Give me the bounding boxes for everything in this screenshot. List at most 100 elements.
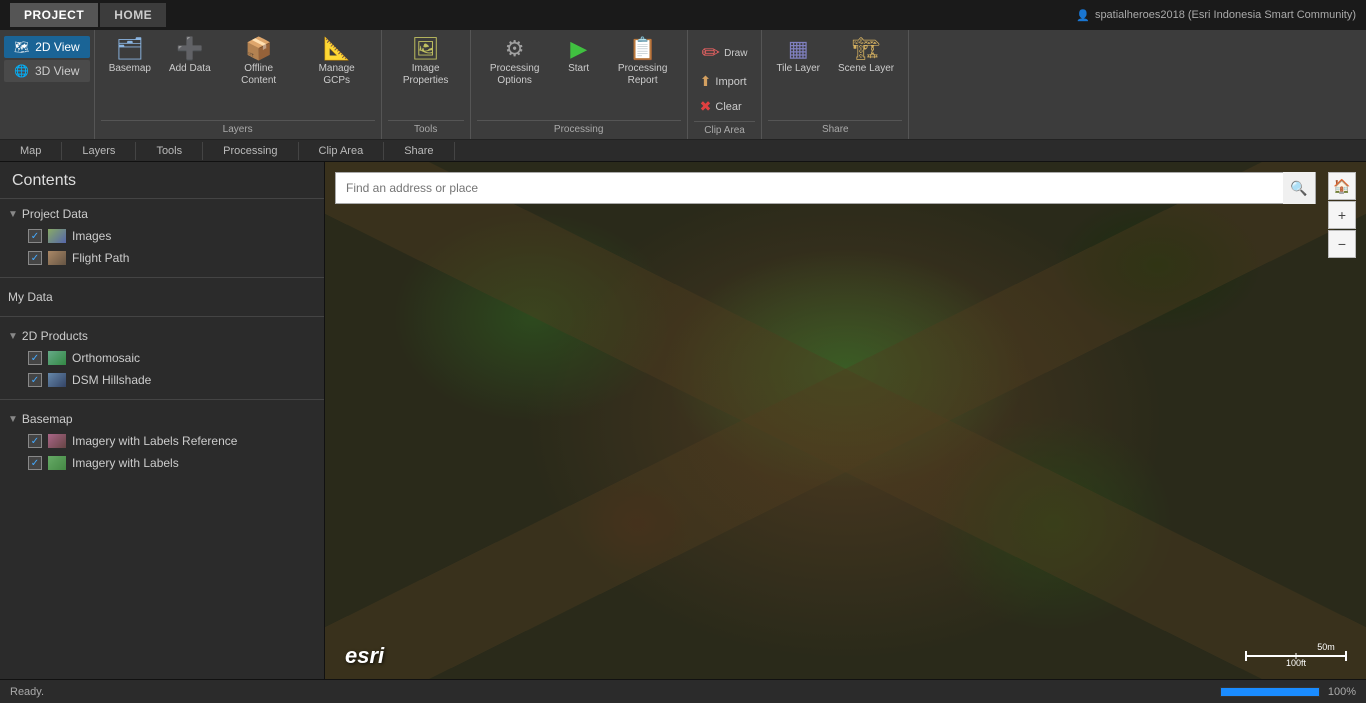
clear-icon: ✖ [700,98,712,115]
scene-layer-button[interactable]: 🏗 Scene Layer [830,34,902,79]
ribbon-tab-layers[interactable]: Layers [62,142,136,160]
scale-bar: 50m 100ft [1236,636,1356,669]
titlebar: PROJECT HOME 👤 spatialheroes2018 (Esri I… [0,0,1366,30]
view-2d-button[interactable]: 🗺 2D View [4,36,90,58]
draw-label: Draw [724,48,747,59]
2d-products-label: 2D Products [22,329,88,343]
user-name: spatialheroes2018 (Esri Indonesia Smart … [1095,9,1356,21]
project-data-arrow: ▼ [8,209,18,220]
ribbon-tab-clip-area[interactable]: Clip Area [299,142,385,160]
imagery-labels-checkbox[interactable] [28,456,42,470]
add-data-label: Add Data [169,63,211,75]
view-2d-label: 2D View [35,40,79,54]
my-data-header[interactable]: My Data [0,286,324,308]
image-properties-button[interactable]: 🖼 Image Properties [388,34,464,91]
add-data-button[interactable]: ➕ Add Data [161,34,219,79]
ribbon: 🗺 2D View 🌐 3D View 🗂 Basemap ➕ Add Data… [0,30,1366,140]
main-content: Contents ▼ Project Data Images Flight Pa… [0,162,1366,679]
import-button[interactable]: ⬆ Import [694,70,753,93]
imagery-labels-item[interactable]: Imagery with Labels [0,452,324,474]
orthomosaic-checkbox[interactable] [28,351,42,365]
project-data-header[interactable]: ▼ Project Data [0,203,324,225]
scale-bar-svg: 50m 100ft [1236,636,1356,666]
ribbon-tab-map[interactable]: Map [0,142,62,160]
imagery-labels-icon [48,456,66,470]
processing-report-button[interactable]: 📋 Processing Report [605,34,681,91]
dsm-hillshade-layer-icon [48,373,66,387]
view-3d-button[interactable]: 🌐 3D View [4,60,90,82]
basemap-arrow: ▼ [8,414,18,425]
layers-group: 🗂 Basemap ➕ Add Data 📦 Offline Content 📐… [95,30,382,139]
ribbon-tab-share[interactable]: Share [384,142,454,160]
clip-area-group: ✏ Draw ⬆ Import ✖ Clear Clip Area [688,30,763,139]
orthomosaic-item[interactable]: Orthomosaic [0,347,324,369]
my-data-label: My Data [8,290,53,304]
basemap-button[interactable]: 🗂 Basemap [101,34,159,79]
draw-button[interactable]: ✏ Draw [694,38,756,68]
clear-button[interactable]: ✖ Clear [694,95,748,118]
map-area[interactable]: 🔍 🏠 + − esri 50m 100ft [325,162,1366,679]
orthomosaic-layer-icon [48,351,66,365]
processing-report-label: Processing Report [613,63,673,87]
progress-bar [1220,687,1320,697]
tile-layer-icon: ▦ [788,38,809,60]
offline-icon: 📦 [245,38,272,60]
tools-group: 🖼 Image Properties Tools [382,30,471,139]
dsm-hillshade-item[interactable]: DSM Hillshade [0,369,324,391]
ribbon-tab-processing[interactable]: Processing [203,142,298,160]
status-text: Ready. [10,686,44,698]
share-group-label: Share [768,120,902,139]
search-button[interactable]: 🔍 [1283,172,1315,204]
offline-content-button[interactable]: 📦 Offline Content [221,34,297,91]
sidebar-title: Contents [0,162,324,199]
tile-layer-button[interactable]: ▦ Tile Layer [768,34,828,79]
processing-group: ⚙ Processing Options ▶ Start 📋 Processin… [471,30,688,139]
dsm-hillshade-checkbox[interactable] [28,373,42,387]
tools-group-label: Tools [388,120,464,139]
images-item[interactable]: Images [0,225,324,247]
svg-text:50m: 50m [1317,642,1335,652]
flight-path-label: Flight Path [72,251,129,265]
manage-gcps-button[interactable]: 📐 Manage GCPs [299,34,375,91]
add-data-icon: ➕ [176,38,203,60]
user-info: 👤 spatialheroes2018 (Esri Indonesia Smar… [1076,9,1356,22]
images-layer-icon [48,229,66,243]
clip-area-group-label: Clip Area [694,121,756,140]
tile-layer-label: Tile Layer [776,63,820,75]
zoom-level: 100% [1328,686,1356,698]
tab-home[interactable]: HOME [100,3,166,27]
basemap-icon: 🗂 [116,38,144,60]
imagery-labels-ref-icon [48,434,66,448]
imagery-labels-ref-checkbox[interactable] [28,434,42,448]
imagery-labels-ref-item[interactable]: Imagery with Labels Reference [0,430,324,452]
flight-path-checkbox[interactable] [28,251,42,265]
user-icon: 👤 [1076,9,1090,22]
view-3d-icon: 🌐 [14,64,29,78]
basemap-label: Basemap [109,63,151,75]
start-label: Start [568,63,589,75]
orthomosaic-label: Orthomosaic [72,351,140,365]
zoom-in-button[interactable]: + [1328,201,1356,229]
2d-products-header[interactable]: ▼ 2D Products [0,325,324,347]
import-label: Import [715,76,746,88]
basemap-section: ▼ Basemap Imagery with Labels Reference … [0,404,324,478]
images-checkbox[interactable] [28,229,42,243]
progress-container: 100% [1220,686,1356,698]
scene-layer-label: Scene Layer [838,63,894,75]
image-properties-label: Image Properties [396,63,456,87]
scene-layer-icon: 🏗 [852,38,880,60]
2d-products-section: ▼ 2D Products Orthomosaic DSM Hillshade [0,321,324,395]
start-button[interactable]: ▶ Start [555,34,603,79]
zoom-out-button[interactable]: − [1328,230,1356,258]
clear-label: Clear [715,101,741,113]
tab-project[interactable]: PROJECT [10,3,98,27]
ribbon-tab-tools[interactable]: Tools [136,142,203,160]
sidebar: Contents ▼ Project Data Images Flight Pa… [0,162,325,679]
processing-options-button[interactable]: ⚙ Processing Options [477,34,553,91]
offline-label: Offline Content [229,63,289,87]
search-input[interactable] [336,181,1283,195]
basemap-header[interactable]: ▼ Basemap [0,408,324,430]
home-button[interactable]: 🏠 [1328,172,1356,200]
flight-path-item[interactable]: Flight Path [0,247,324,269]
imagery-labels-label: Imagery with Labels [72,456,179,470]
